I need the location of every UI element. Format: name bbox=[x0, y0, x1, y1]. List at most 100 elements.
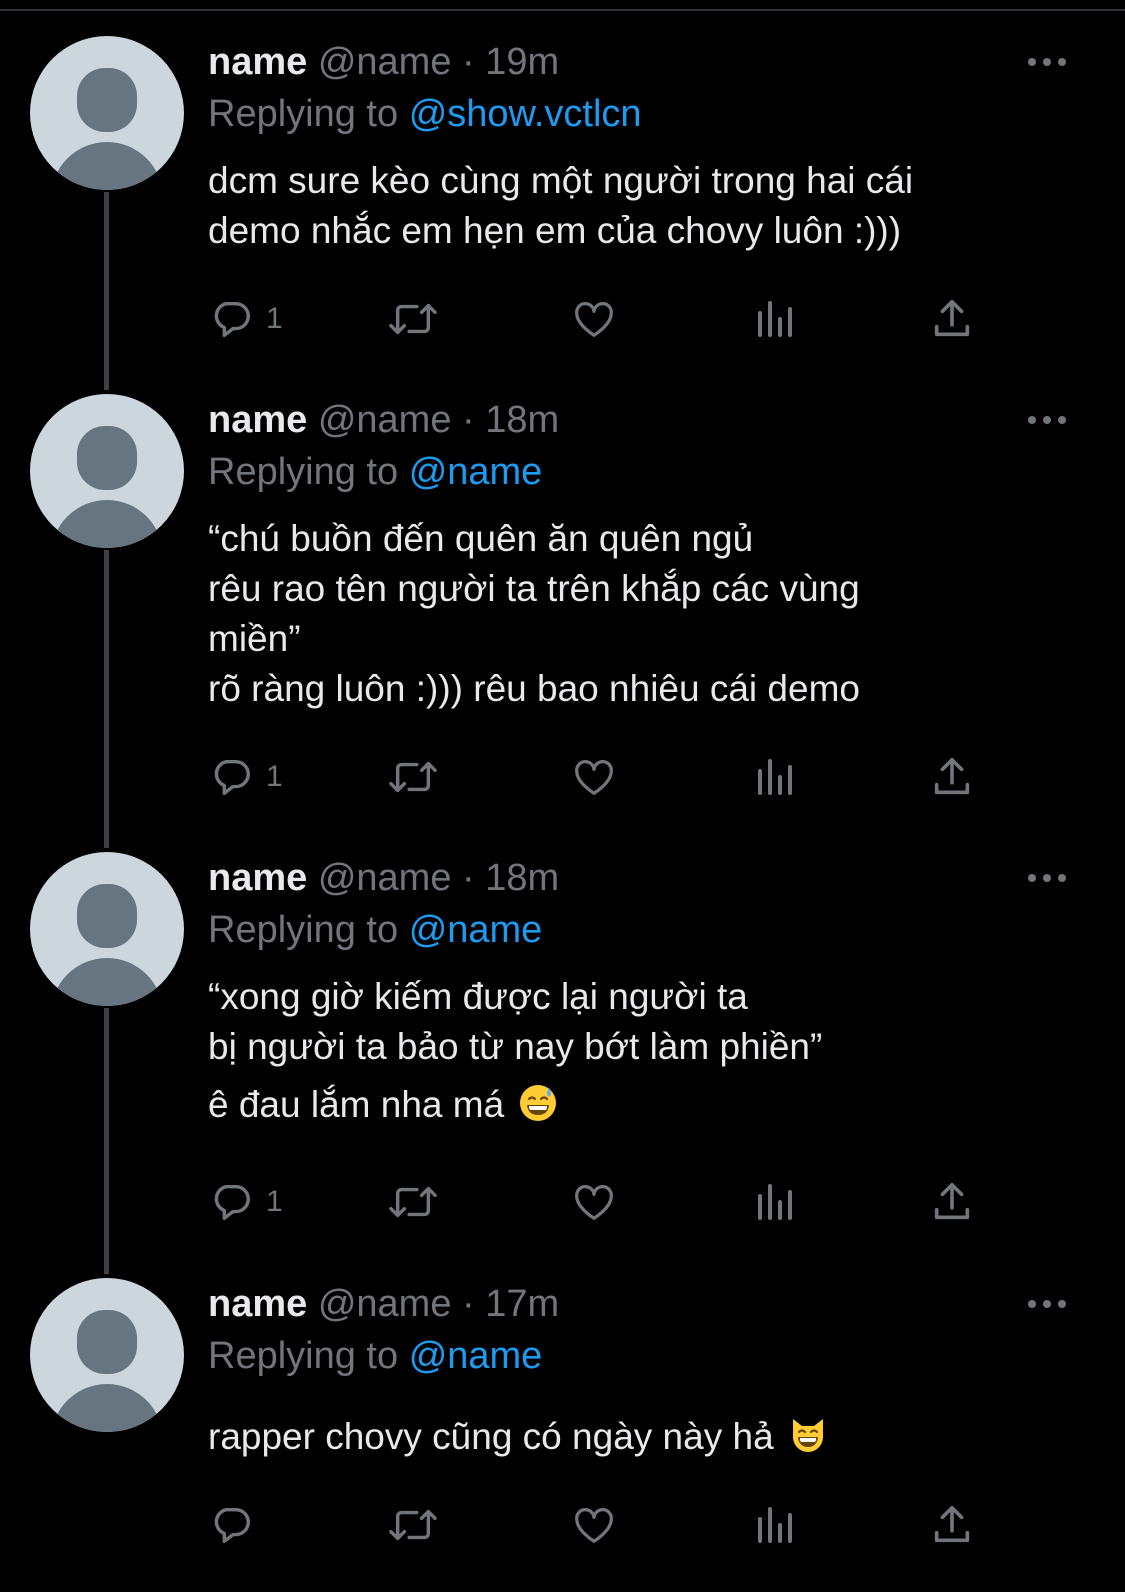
retweet-icon bbox=[389, 303, 437, 335]
separator: · bbox=[462, 1283, 475, 1325]
tweet-text-line: bị người ta bảo từ nay bớt làm phiền” bbox=[208, 1026, 823, 1067]
replying-label: Replying to bbox=[208, 1335, 399, 1377]
user-handle[interactable]: @name bbox=[318, 41, 452, 83]
avatar-body bbox=[51, 500, 163, 548]
share-icon bbox=[934, 1505, 970, 1543]
thread-connector bbox=[104, 1008, 109, 1274]
like-button[interactable] bbox=[570, 1177, 618, 1227]
retweet-button[interactable] bbox=[386, 752, 440, 802]
analytics-icon bbox=[758, 1507, 792, 1543]
replying-to: Replying to @name bbox=[208, 906, 542, 954]
like-button[interactable] bbox=[570, 294, 618, 344]
avatar-body bbox=[51, 142, 163, 190]
tweet-text-line: “xong giờ kiếm được lại người ta bbox=[208, 976, 748, 1017]
tweet-text-line: demo nhắc em hẹn em của chovy luôn :))) bbox=[208, 210, 902, 251]
mention-link[interactable]: @name bbox=[409, 909, 543, 951]
share-button[interactable] bbox=[930, 1177, 974, 1227]
avatar[interactable] bbox=[30, 1278, 184, 1432]
display-name[interactable]: name bbox=[208, 41, 307, 83]
replying-label: Replying to bbox=[208, 451, 399, 493]
more-icon[interactable] bbox=[1028, 416, 1066, 428]
views-button[interactable] bbox=[754, 1177, 794, 1227]
reply-count: 1 bbox=[266, 302, 283, 335]
retweet-button[interactable] bbox=[386, 1177, 440, 1227]
tweet-text-fragment: rapper chovy cũng có ngày này hả bbox=[208, 1416, 774, 1457]
separator: · bbox=[462, 857, 475, 899]
views-button[interactable] bbox=[754, 752, 794, 802]
reply-count: 1 bbox=[266, 760, 283, 793]
views-button[interactable] bbox=[754, 1500, 794, 1550]
thread-connector bbox=[104, 550, 109, 848]
tweet-header: name @name · 19m bbox=[208, 38, 559, 86]
analytics-icon bbox=[758, 759, 792, 795]
tweet-header: name @name · 18m bbox=[208, 854, 559, 902]
replying-to: Replying to @show.vctlcn bbox=[208, 90, 642, 138]
separator: · bbox=[462, 399, 475, 441]
mention-link[interactable]: @name bbox=[409, 451, 543, 493]
mention-link[interactable]: @name bbox=[409, 1335, 543, 1377]
action-bar: 1 bbox=[208, 752, 1008, 802]
tweet-text-line: rêu rao tên người ta trên khắp các vùng bbox=[208, 568, 860, 609]
reply-button[interactable]: 1 bbox=[208, 752, 283, 802]
tweet-text: dcm sure kèo cùng một người trong hai cá… bbox=[208, 156, 913, 256]
avatar-body bbox=[51, 1384, 163, 1432]
share-button[interactable] bbox=[930, 294, 974, 344]
more-icon[interactable] bbox=[1028, 874, 1066, 886]
like-button[interactable] bbox=[570, 752, 618, 802]
views-button[interactable] bbox=[754, 294, 794, 344]
tweet-header: name @name · 17m bbox=[208, 1280, 559, 1328]
avatar-head bbox=[77, 884, 137, 948]
tweet-text-line: dcm sure kèo cùng một người trong hai cá… bbox=[208, 160, 914, 201]
display-name[interactable]: name bbox=[208, 1283, 307, 1325]
more-icon[interactable] bbox=[1028, 1300, 1066, 1312]
tweet-text-line: ê đau lắm nha má bbox=[208, 1080, 822, 1130]
tweet-text-line: miền” bbox=[208, 618, 301, 659]
top-divider bbox=[0, 9, 1125, 11]
reply-icon bbox=[214, 759, 250, 796]
analytics-icon bbox=[758, 1184, 792, 1220]
heart-icon bbox=[575, 302, 613, 337]
tweet-text-fragment: ê đau lắm nha má bbox=[208, 1084, 505, 1125]
reply-icon bbox=[214, 1507, 250, 1544]
heart-icon bbox=[575, 760, 613, 795]
user-handle[interactable]: @name bbox=[318, 857, 452, 899]
like-button[interactable] bbox=[570, 1500, 618, 1550]
display-name[interactable]: name bbox=[208, 399, 307, 441]
share-icon bbox=[934, 299, 970, 337]
avatar[interactable] bbox=[30, 852, 184, 1006]
more-icon[interactable] bbox=[1028, 58, 1066, 70]
tweet-text: rapper chovy cũng có ngày này hả bbox=[208, 1412, 828, 1462]
replying-to: Replying to @name bbox=[208, 1332, 542, 1380]
reply-button[interactable]: 1 bbox=[208, 294, 283, 344]
share-button[interactable] bbox=[930, 752, 974, 802]
reply-button[interactable]: 1 bbox=[208, 1177, 283, 1227]
mention-link[interactable]: @show.vctlcn bbox=[409, 93, 642, 135]
share-icon bbox=[934, 1182, 970, 1220]
replying-to: Replying to @name bbox=[208, 448, 542, 496]
avatar[interactable] bbox=[30, 36, 184, 190]
separator: · bbox=[462, 41, 475, 83]
replying-label: Replying to bbox=[208, 909, 399, 951]
avatar-head bbox=[77, 68, 137, 132]
user-handle[interactable]: @name bbox=[318, 1283, 452, 1325]
reply-icon bbox=[214, 1184, 250, 1221]
reply-icon bbox=[214, 301, 250, 338]
reply-button[interactable] bbox=[208, 1500, 266, 1550]
retweet-icon bbox=[389, 761, 437, 793]
avatar[interactable] bbox=[30, 394, 184, 548]
display-name[interactable]: name bbox=[208, 857, 307, 899]
analytics-icon bbox=[758, 301, 792, 337]
timestamp[interactable]: 18m bbox=[485, 857, 559, 899]
replying-label: Replying to bbox=[208, 93, 399, 135]
retweet-button[interactable] bbox=[386, 294, 440, 344]
share-button[interactable] bbox=[930, 1500, 974, 1550]
timestamp[interactable]: 17m bbox=[485, 1283, 559, 1325]
tweet-text-line: “chú buồn đến quên ăn quên ngủ bbox=[208, 518, 754, 559]
action-bar: 1 bbox=[208, 294, 1008, 344]
retweet-button[interactable] bbox=[386, 1500, 440, 1550]
avatar-head bbox=[77, 426, 137, 490]
action-bar bbox=[208, 1500, 1008, 1550]
user-handle[interactable]: @name bbox=[318, 399, 452, 441]
timestamp[interactable]: 19m bbox=[485, 41, 559, 83]
timestamp[interactable]: 18m bbox=[485, 399, 559, 441]
